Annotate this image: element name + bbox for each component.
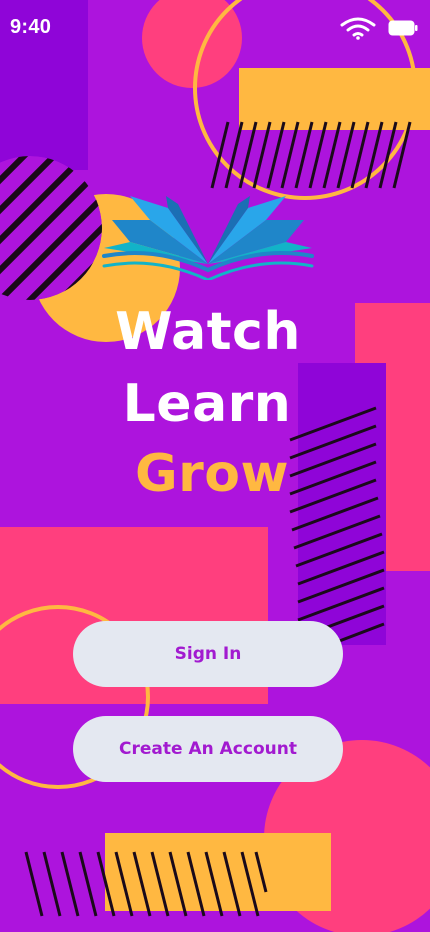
- create-account-button[interactable]: Create An Account: [73, 716, 343, 782]
- wifi-icon: [340, 17, 376, 40]
- title-learn: Learn: [122, 374, 292, 434]
- battery-icon: [388, 20, 418, 36]
- status-icons: [338, 16, 418, 40]
- deco-bar: [239, 68, 430, 130]
- title-grow: Grow: [134, 444, 290, 504]
- open-book-icon: [102, 196, 314, 280]
- welcome-screen: 9:40 Watch Learn Grow Sign In Create An: [0, 0, 430, 932]
- status-time: 9:40: [10, 16, 52, 38]
- sign-in-button[interactable]: Sign In: [73, 621, 343, 687]
- title-watch: Watch: [115, 302, 301, 362]
